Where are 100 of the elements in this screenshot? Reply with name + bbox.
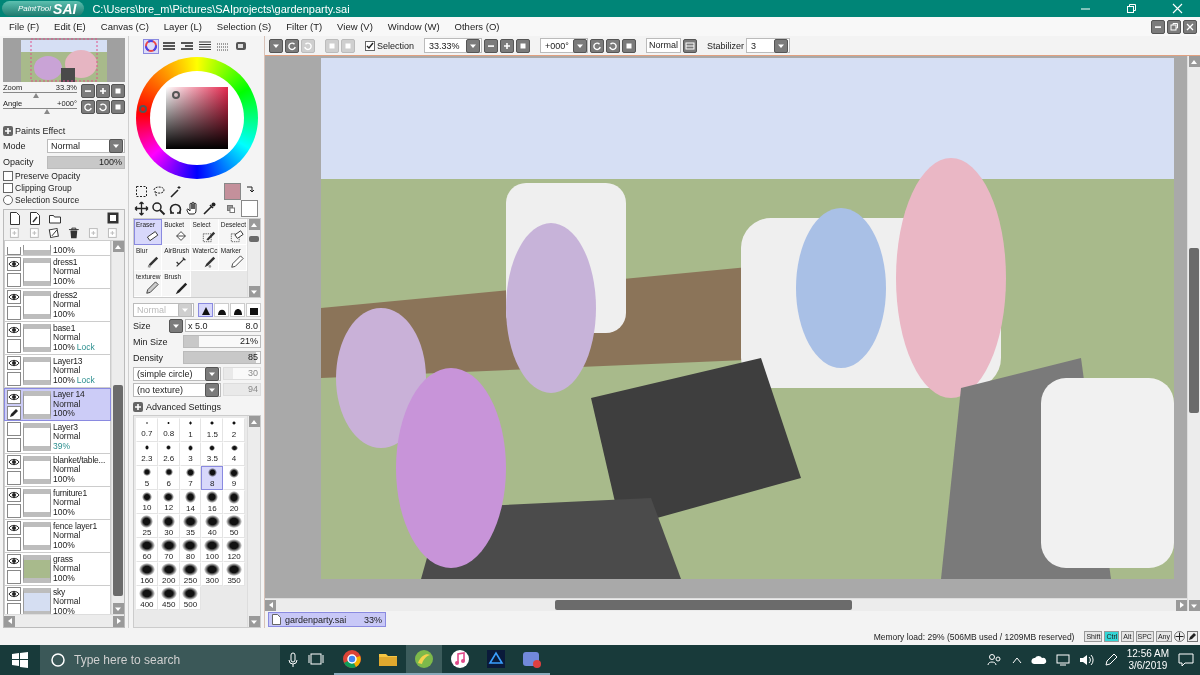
shape-dropdown[interactable]: (no texture): [133, 382, 221, 397]
file-tab[interactable]: gardenparty.sai 33%: [268, 612, 386, 627]
layer-item[interactable]: dress2 Normal 100%: [4, 289, 111, 322]
layer-opacity: 100%: [53, 572, 75, 583]
layer-item[interactable]: fence layer1 Normal 100%: [4, 520, 111, 553]
menu-item[interactable]: File (F): [3, 21, 49, 32]
layer-name: dress2: [53, 290, 79, 300]
menu-item[interactable]: Window (W): [381, 21, 449, 32]
brush-size-button[interactable]: 1.5: [201, 418, 224, 442]
field-label: Mode: [3, 141, 26, 151]
layer-name: grass: [53, 554, 74, 564]
layer-mode: Normal: [53, 597, 81, 607]
brush-size-button[interactable]: 35: [179, 514, 202, 538]
brush-size-button[interactable]: 10: [136, 490, 158, 514]
brush-size-button[interactable]: 3: [179, 442, 202, 466]
brush-size-button[interactable]: 160: [136, 562, 158, 586]
layer-opacity: 100%: [53, 308, 75, 319]
brush-size-button[interactable]: 7: [179, 466, 202, 490]
brush-size-button[interactable]: 2.3: [136, 442, 158, 466]
value-slider[interactable]: 85: [183, 351, 261, 364]
search-field[interactable]: Type here to search: [40, 645, 280, 675]
menu-item[interactable]: Filter (T): [280, 21, 332, 32]
layer-item[interactable]: 100%: [4, 241, 111, 256]
brush-size-button[interactable]: 40: [201, 514, 224, 538]
layer-mode: Normal: [53, 333, 82, 343]
brush-size-button[interactable]: 5: [136, 466, 158, 490]
layer-mode: Normal: [53, 465, 82, 475]
value-slider[interactable]: 30: [223, 367, 261, 380]
brush-size-button[interactable]: 300: [201, 562, 224, 586]
brush-size-button[interactable]: 14: [179, 490, 202, 514]
menu-item[interactable]: View (V): [331, 21, 382, 32]
brush-size-button[interactable]: 3.5: [201, 442, 224, 466]
size-field[interactable]: x 5.0 8.0: [185, 319, 261, 332]
field-label: Opacity: [3, 157, 34, 167]
taskbar-time: 12:56 AM: [1126, 648, 1169, 660]
layer-name: furniture1: [53, 488, 87, 498]
brush-size-button[interactable]: 1: [179, 418, 202, 442]
brush-size-button[interactable]: 500: [179, 586, 202, 610]
layer-item[interactable]: blanket/table... Normal 100%: [4, 454, 111, 487]
brush-size-button[interactable]: 8: [201, 466, 224, 490]
layer-mode: Normal: [53, 300, 81, 310]
brush-size-button[interactable]: 50: [223, 514, 245, 538]
brush-size-button[interactable]: 120: [223, 538, 245, 562]
layer-mode: Normal: [53, 399, 82, 410]
shape-dropdown[interactable]: (simple circle): [133, 366, 221, 381]
size-multiplier: x 5.0: [188, 320, 208, 331]
layer-mode: Normal: [53, 267, 81, 277]
brush-size-button[interactable]: 25: [136, 514, 158, 538]
brush-size-button[interactable]: 4: [223, 442, 245, 466]
layer-opacity: 100%: [53, 245, 75, 255]
brush-size-button[interactable]: 80: [179, 538, 202, 562]
brush-size-button[interactable]: 400: [136, 586, 158, 610]
brush-size-button[interactable]: 0.7: [136, 418, 158, 442]
brush-size-button[interactable]: 12: [157, 490, 180, 514]
brush-size-button[interactable]: 16: [201, 490, 224, 514]
mode-dropdown[interactable]: Normal: [47, 139, 125, 153]
layer-item[interactable]: Layer13 Normal 100% Lock: [4, 355, 111, 388]
opacity-slider[interactable]: 100%: [47, 155, 125, 169]
menu-item[interactable]: Others (O): [448, 21, 509, 32]
menu-item[interactable]: Layer (L): [157, 21, 211, 32]
layer-name: dress1: [53, 257, 79, 267]
layer-item[interactable]: Layer 14 Normal 100%: [4, 388, 111, 421]
stabilizer-dropdown[interactable]: 3: [746, 38, 791, 53]
layer-opacity: 39%: [53, 440, 70, 451]
field-label: Stabilizer: [707, 40, 745, 51]
angle-dropdown[interactable]: +000°: [540, 38, 589, 53]
brush-size-button[interactable]: 2: [223, 418, 245, 442]
brush-size-button[interactable]: 6: [157, 466, 180, 490]
brush-size-button[interactable]: 450: [157, 586, 180, 610]
blend-mode-field[interactable]: Normal: [646, 38, 682, 53]
menu-item[interactable]: Selection (S): [210, 21, 281, 32]
layer-opacity: 100%: [53, 275, 75, 286]
brush-size-button[interactable]: 0.8: [157, 418, 180, 442]
layer-item[interactable]: grass Normal 100%: [4, 553, 111, 586]
menu-item[interactable]: Canvas (C): [94, 21, 158, 32]
field-label: Min Size: [133, 336, 169, 347]
section-title: Paints Effect: [15, 126, 66, 136]
layer-mode: Normal: [53, 498, 82, 508]
brush-size-button[interactable]: 20: [223, 490, 245, 514]
brush-size-button[interactable]: 100: [201, 538, 224, 562]
layer-opacity: 100%: [53, 506, 75, 517]
brush-size-button[interactable]: 350: [223, 562, 245, 586]
layer-item[interactable]: Layer3 Normal 39%: [4, 421, 111, 454]
layer-item[interactable]: base1 Normal 100% Lock: [4, 322, 111, 355]
brush-size-button[interactable]: 30: [157, 514, 180, 538]
brush-size-button[interactable]: 2.6: [157, 442, 180, 466]
layer-name: base1: [53, 323, 77, 333]
logo-text: SAI: [53, 1, 77, 16]
zoom-dropdown[interactable]: 33.33%: [424, 38, 483, 53]
brush-size-button[interactable]: 9: [223, 466, 245, 490]
layer-item[interactable]: dress1 Normal 100%: [4, 256, 111, 289]
brush-size-button[interactable]: 200: [157, 562, 180, 586]
brush-size-button[interactable]: 70: [157, 538, 180, 562]
brush-size-button[interactable]: 250: [179, 562, 202, 586]
brush-size-button[interactable]: 60: [136, 538, 158, 562]
layer-item[interactable]: furniture1 Normal 100%: [4, 487, 111, 520]
layer-item[interactable]: sky Normal 100%: [4, 586, 111, 614]
logo-text: PaintTool: [18, 4, 52, 13]
value-slider[interactable]: 21%: [183, 335, 261, 348]
menu-item[interactable]: Edit (E): [48, 21, 95, 32]
